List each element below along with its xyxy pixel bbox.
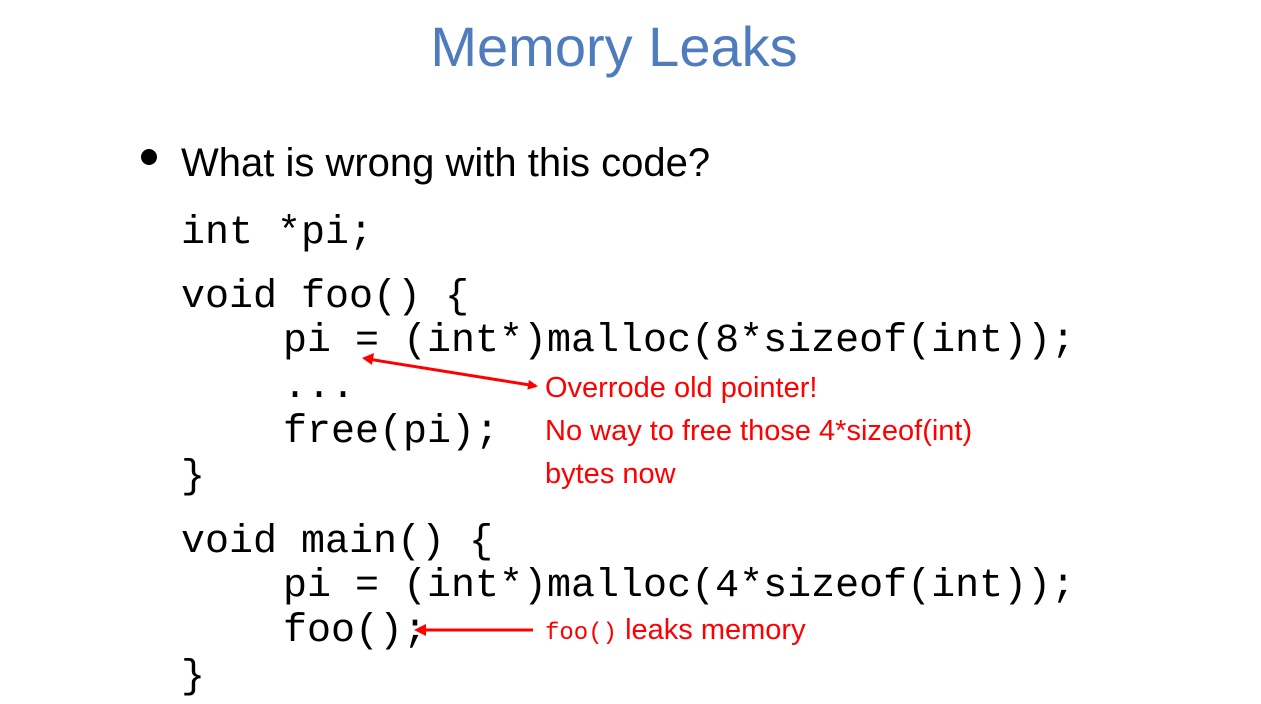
arrowhead-foo-call — [414, 624, 426, 636]
arrowhead-pi-assignment — [362, 353, 374, 365]
slide: Memory Leaks What is wrong with this cod… — [0, 0, 1261, 704]
arrow-to-pi-assignment — [367, 357, 538, 390]
annotation-arrows — [362, 353, 538, 636]
